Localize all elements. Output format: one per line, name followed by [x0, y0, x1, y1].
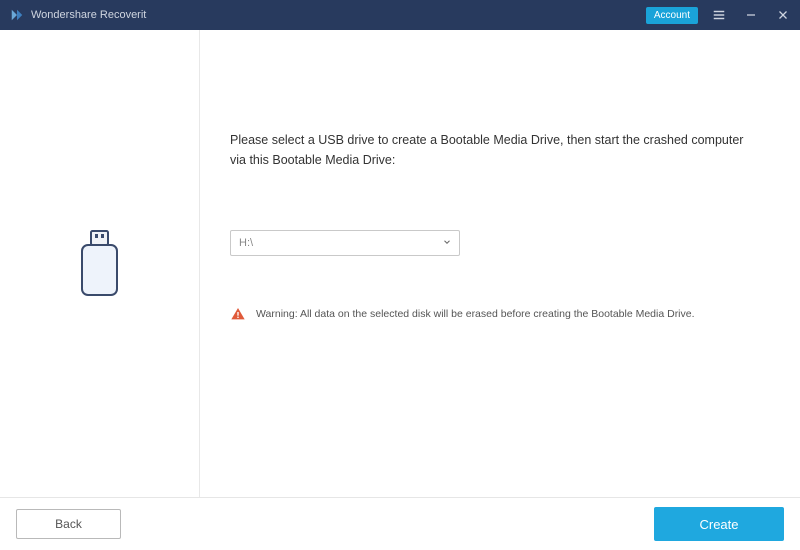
titlebar: Wondershare Recoverit Account: [0, 0, 800, 30]
drive-select[interactable]: [230, 230, 460, 256]
back-button[interactable]: Back: [16, 509, 121, 539]
app-window: Wondershare Recoverit Account: [0, 0, 800, 550]
titlebar-left: Wondershare Recoverit: [10, 8, 146, 22]
drive-select-wrap: [230, 230, 460, 256]
warning-text: Warning: All data on the selected disk w…: [256, 308, 695, 320]
warning-row: Warning: All data on the selected disk w…: [230, 306, 760, 322]
side-panel: [0, 30, 200, 497]
app-logo-icon: [10, 8, 24, 22]
warning-icon: [230, 306, 246, 322]
close-icon[interactable]: [772, 4, 794, 26]
minimize-icon[interactable]: [740, 4, 762, 26]
titlebar-right: Account: [646, 4, 794, 26]
usb-drive-icon: [77, 229, 122, 299]
footer-bar: Back Create: [0, 498, 800, 550]
instruction-text: Please select a USB drive to create a Bo…: [230, 130, 760, 170]
content-panel: Please select a USB drive to create a Bo…: [200, 30, 800, 497]
create-button[interactable]: Create: [654, 507, 784, 541]
app-title: Wondershare Recoverit: [31, 9, 146, 21]
account-button[interactable]: Account: [646, 7, 698, 24]
menu-icon[interactable]: [708, 4, 730, 26]
main-area: Please select a USB drive to create a Bo…: [0, 30, 800, 498]
